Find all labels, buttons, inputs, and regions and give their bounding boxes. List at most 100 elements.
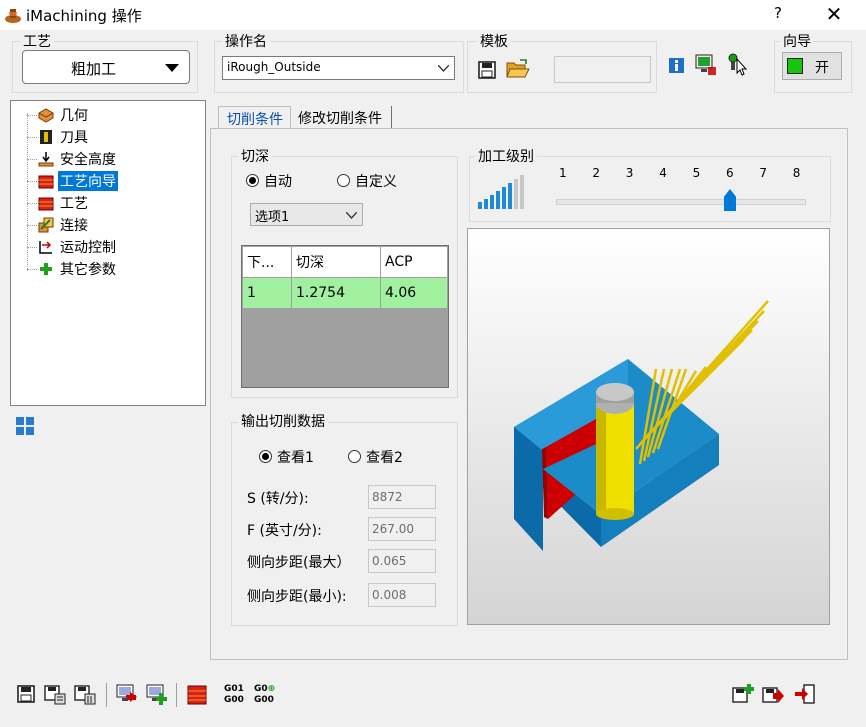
operation-group-label: 操作名: [222, 31, 270, 51]
chevron-down-icon: [346, 212, 357, 219]
chevron-down-icon: [438, 65, 449, 72]
table-cell: 4.06: [380, 277, 448, 309]
motion-control-icon: [39, 241, 52, 254]
tree-item-label: 刀具: [60, 130, 88, 146]
depth-option-dropdown[interactable]: 选项1: [250, 203, 363, 226]
slider-thumb[interactable]: [724, 189, 736, 211]
feed-rate-field[interactable]: 267.00: [368, 517, 436, 541]
save-and-calculate-icon[interactable]: [44, 683, 66, 705]
depth-table[interactable]: 下... 切深 ACP 1 1.2754 4.06: [241, 245, 449, 388]
tree-item-label: 工艺: [60, 196, 88, 212]
simulate-all-icon[interactable]: [146, 683, 168, 705]
table-row[interactable]: 1 1.2754 4.06: [242, 277, 448, 309]
save-and-next-icon[interactable]: [762, 683, 784, 705]
template-group-label: 模板: [477, 31, 511, 51]
g0-label: G0: [254, 684, 268, 694]
tree-connector: [27, 247, 37, 248]
radio-view2[interactable]: [348, 450, 361, 463]
g01-label: G01: [224, 684, 244, 694]
wizard-toggle-button[interactable]: 开: [782, 52, 842, 80]
stepover-max-field[interactable]: 0.065: [368, 549, 436, 573]
title-bar: iMachining 操作 ? ✕: [0, 0, 866, 30]
link-icon: [38, 217, 54, 233]
simulate-icon[interactable]: [116, 683, 138, 705]
stepover-max-label: 侧向步距(最大）: [247, 555, 351, 571]
tab-cutting-conditions[interactable]: 切削条件: [218, 106, 291, 128]
save-new-icon[interactable]: [732, 683, 754, 705]
radio-auto[interactable]: [246, 174, 259, 187]
table-header-acp[interactable]: ACP: [380, 246, 448, 278]
slider-tick-label: 7: [759, 166, 768, 180]
depth-group-label: 切深: [238, 146, 272, 166]
machine-simulation-icon[interactable]: [694, 53, 718, 77]
parameters-tree[interactable]: 几何 刀具 安全高度 工艺向导 工艺 连接 运动控制 其它参数: [10, 100, 206, 406]
radio-custom[interactable]: [337, 174, 350, 187]
table-cell: 1: [242, 277, 292, 309]
g00-label: G00: [224, 695, 244, 705]
imachining-app-icon: [5, 9, 21, 23]
feed-rate-label: F (英寸/分):: [247, 523, 322, 539]
tree-connector: [27, 181, 37, 182]
wizard-pointer-icon[interactable]: [727, 53, 751, 77]
stepover-min-label: 侧向步距(最小):: [247, 589, 347, 605]
process-group-label: 工艺: [20, 31, 54, 51]
wizard-indicator-icon: [787, 58, 803, 74]
slider-tick-label: 1: [559, 166, 567, 180]
toolbar-separator: [106, 683, 107, 707]
tree-connector: [27, 203, 37, 204]
spindle-speed-field[interactable]: 8872: [368, 485, 436, 509]
stepover-min-field[interactable]: 0.008: [368, 583, 436, 607]
table-header-depth[interactable]: 切深: [291, 246, 381, 278]
slider-tick-label: 3: [625, 166, 634, 180]
tree-connector: [27, 225, 37, 226]
radio-auto-label: 自动: [264, 174, 292, 190]
info-icon[interactable]: [669, 58, 684, 73]
save-template-icon[interactable]: [478, 61, 496, 79]
tool-icon: [40, 130, 52, 144]
save-all-icon[interactable]: [74, 683, 96, 705]
safety-height-icon: [38, 152, 54, 167]
gcode-all-icon[interactable]: G0⊕ G00: [254, 684, 275, 706]
part-3d-illustration: [514, 300, 769, 551]
slider-tick-label: 8: [792, 166, 801, 180]
wizard-group-label: 向导: [780, 31, 814, 51]
process-dropdown[interactable]: 粗加工: [22, 50, 190, 84]
close-button[interactable]: ✕: [822, 2, 846, 26]
gcode-icon[interactable]: G01 G00: [224, 684, 244, 706]
slider-track: [556, 199, 806, 205]
machining-level-slider[interactable]: 1 2 3 4 5 6 7 8: [556, 165, 806, 215]
slider-tick-label: 5: [692, 166, 701, 180]
tab-modify-cutting-conditions[interactable]: 修改切削条件: [292, 106, 392, 128]
operation-name-combo[interactable]: iRough_Outside: [222, 56, 455, 80]
geometry-icon: [38, 108, 54, 123]
table-header-row: 下... 切深 ACP: [242, 246, 448, 278]
template-name-field[interactable]: [554, 56, 651, 83]
radio-view1[interactable]: [259, 450, 272, 463]
simulation-viewport[interactable]: [467, 228, 830, 625]
table-cell: 1.2754: [291, 277, 381, 309]
radio-custom-label: 自定义: [355, 174, 397, 190]
machining-level-label: 加工级别: [475, 146, 537, 166]
output-group-label: 输出切削数据: [238, 411, 328, 431]
signal-level-icon: [478, 175, 524, 209]
spindle-speed-label: S (转/分):: [247, 491, 309, 507]
exit-icon[interactable]: [794, 683, 816, 705]
g00-label: G00: [254, 695, 274, 705]
tree-item-label: 其它参数: [60, 262, 116, 278]
tree-connector: [27, 269, 37, 270]
process-dropdown-value: 粗加工: [71, 60, 117, 78]
tree-item-label: 安全高度: [60, 152, 116, 168]
save-icon[interactable]: [15, 683, 37, 705]
layout-grid-icon[interactable]: [16, 417, 35, 436]
help-button[interactable]: ?: [768, 4, 788, 22]
open-template-icon[interactable]: [506, 59, 530, 79]
stock-icon[interactable]: [186, 683, 208, 705]
technology-wizard-icon: [38, 175, 54, 189]
tree-item-label: 连接: [60, 218, 88, 234]
plus-icon: ⊕: [267, 684, 276, 694]
tab-label: 修改切削条件: [298, 111, 382, 127]
table-header-pass[interactable]: 下...: [242, 246, 292, 278]
slider-tick-label: 6: [726, 166, 734, 180]
tree-item-label: 运动控制: [60, 240, 116, 256]
slider-tick-label: 2: [592, 166, 601, 180]
